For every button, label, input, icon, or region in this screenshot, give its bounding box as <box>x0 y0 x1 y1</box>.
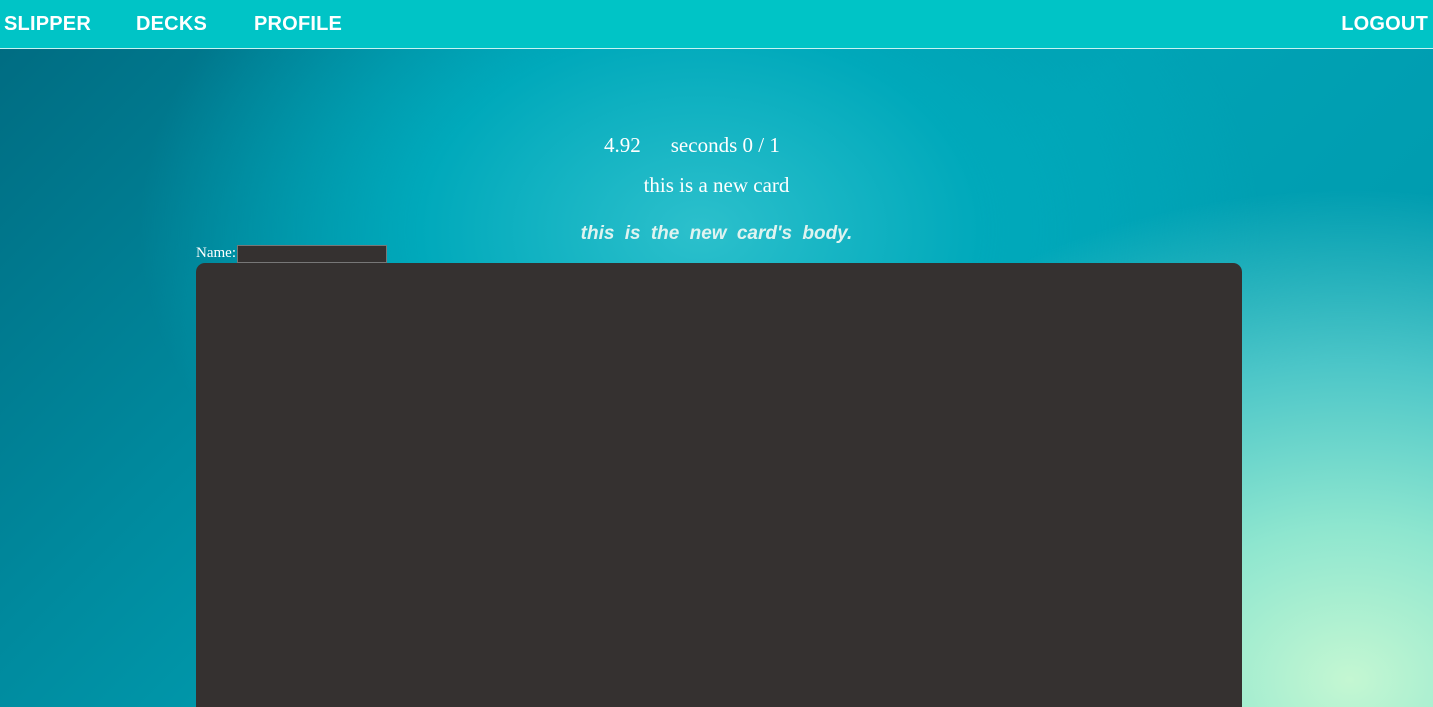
card-editor-panel[interactable] <box>196 263 1242 707</box>
elapsed-seconds: 4.92 <box>604 133 641 157</box>
card-title: this is a new card <box>643 173 790 197</box>
brand-link[interactable]: SLIPPER <box>4 12 91 36</box>
progress-counter: seconds 0 / 1 <box>670 133 780 157</box>
timer-progress: 4.92 seconds 0 / 1 <box>604 132 780 158</box>
name-label: Name: <box>196 245 236 261</box>
card-body-text: this is the new card's body. <box>580 223 853 244</box>
name-input[interactable] <box>236 244 387 263</box>
top-navigation-bar: SLIPPER DECKS PROFILE LOGOUT <box>0 0 1433 49</box>
name-field-row: Name: <box>196 244 387 263</box>
logout-link[interactable]: LOGOUT <box>1341 12 1428 36</box>
nav-profile-link[interactable]: PROFILE <box>254 12 342 36</box>
nav-decks-link[interactable]: DECKS <box>136 12 207 36</box>
